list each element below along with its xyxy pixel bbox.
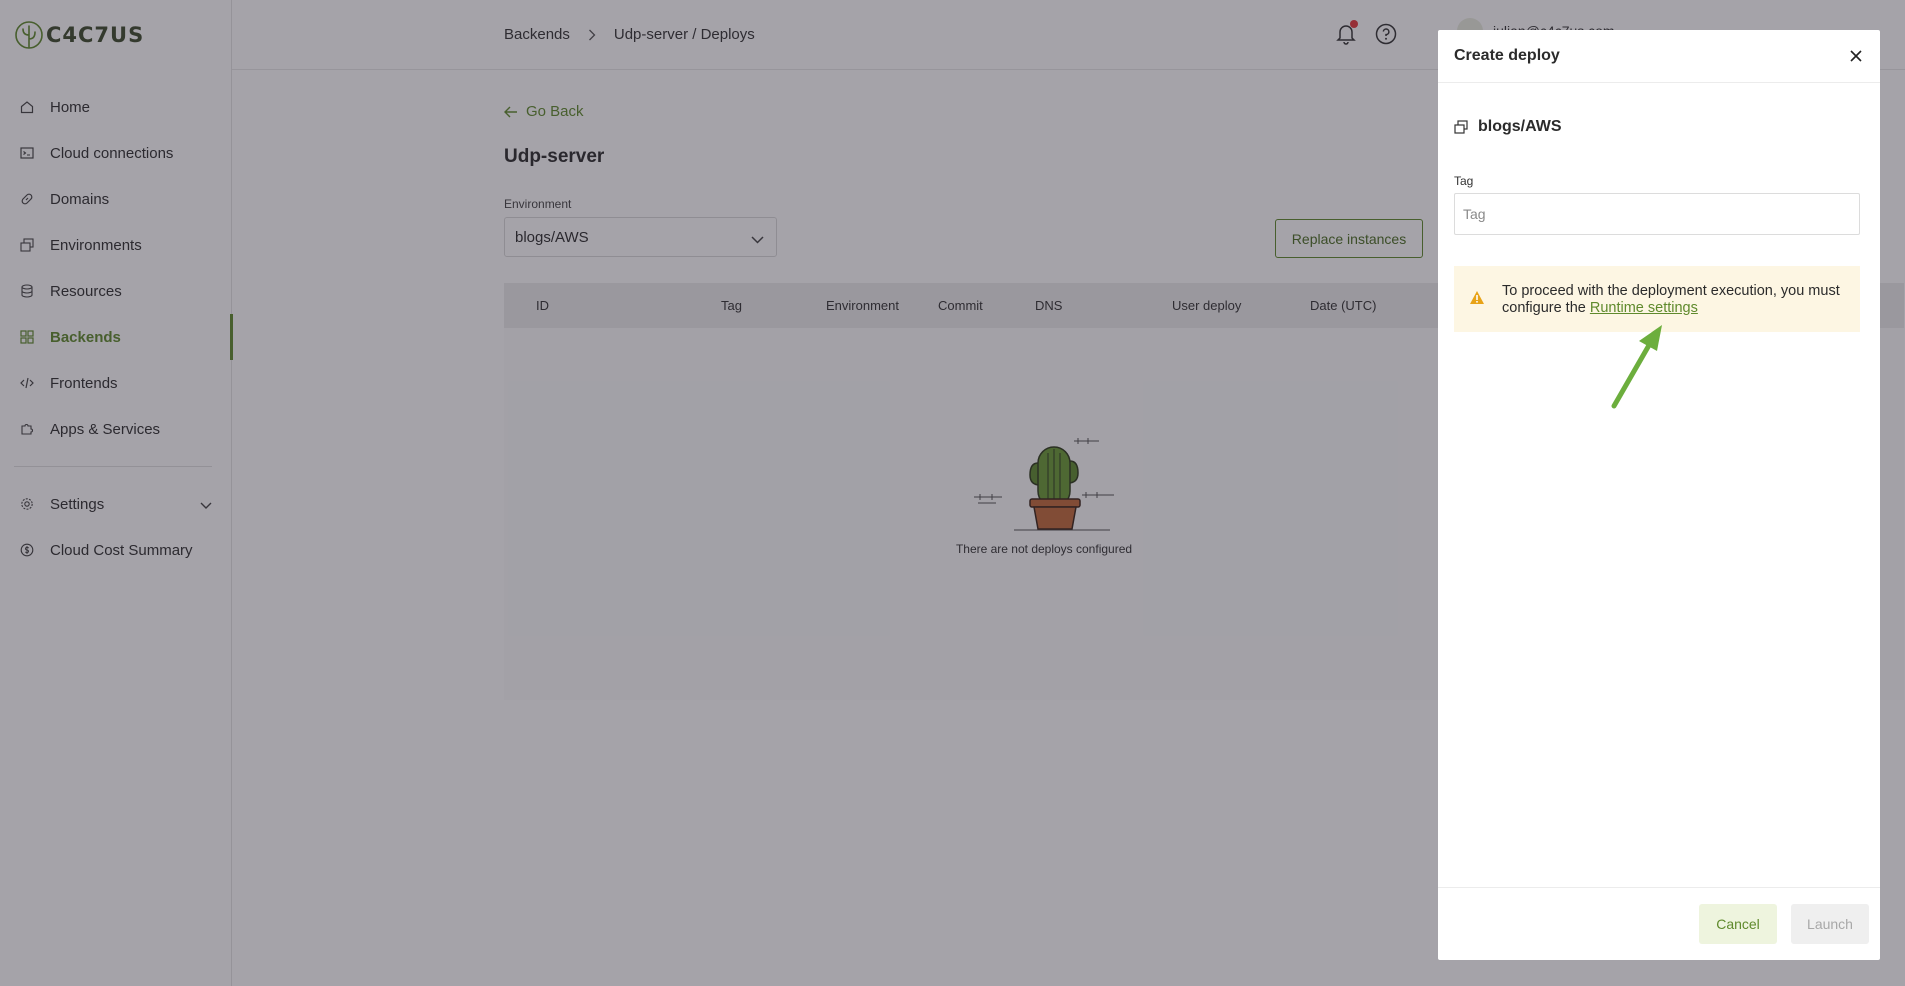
- annotation-arrow-icon: [1611, 325, 1662, 409]
- modal-header: Create deploy: [1438, 30, 1880, 83]
- modal-title: Create deploy: [1454, 47, 1560, 64]
- close-icon[interactable]: [1848, 48, 1864, 64]
- modal-footer: Cancel Launch: [1438, 887, 1880, 960]
- create-deploy-modal: Create deploy blogs/AWS Tag To proceed w…: [1438, 30, 1880, 960]
- modal-environment: blogs/AWS: [1454, 118, 1562, 136]
- modal-environment-name: blogs/AWS: [1478, 118, 1562, 135]
- runtime-settings-link[interactable]: Runtime settings: [1590, 300, 1698, 316]
- environment-icon: [1454, 120, 1468, 134]
- tag-label: Tag: [1454, 174, 1474, 188]
- cancel-button[interactable]: Cancel: [1699, 904, 1777, 944]
- warning-icon: [1470, 291, 1484, 304]
- warning-message: To proceed with the deployment execution…: [1502, 283, 1842, 317]
- launch-button[interactable]: Launch: [1791, 904, 1869, 944]
- tag-input[interactable]: [1454, 193, 1860, 235]
